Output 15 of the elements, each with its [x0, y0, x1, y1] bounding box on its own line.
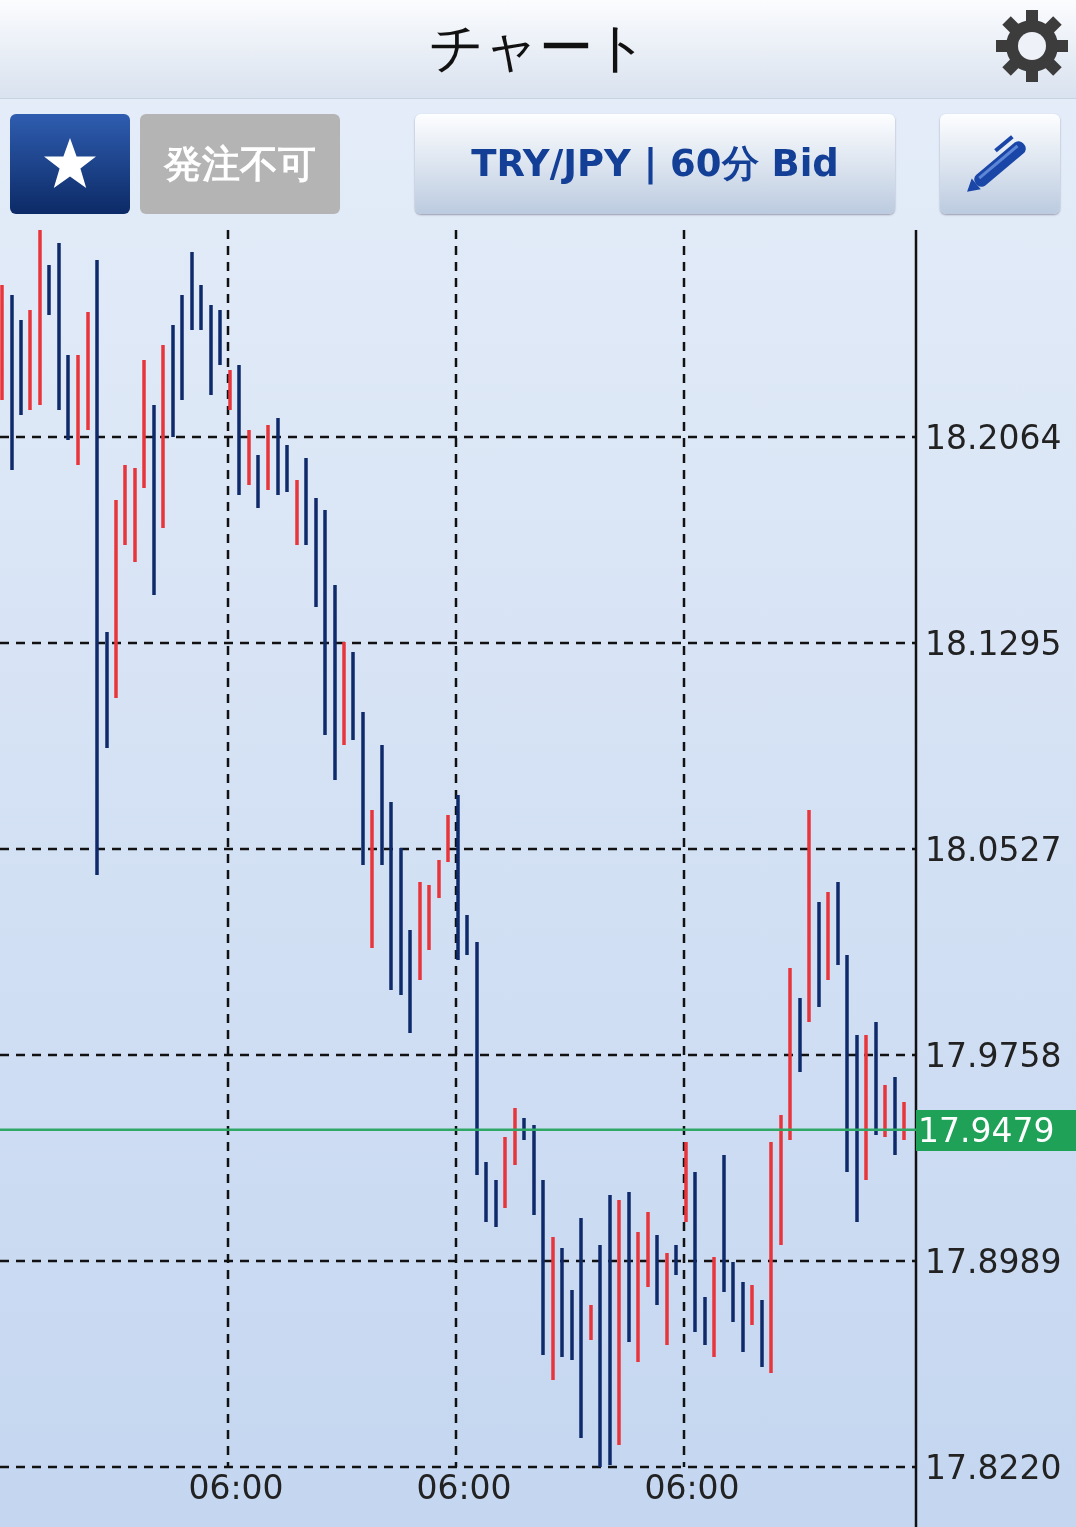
- price-label: 17.9758: [925, 1036, 1062, 1075]
- time-label: 06:00: [644, 1468, 740, 1507]
- symbol-button[interactable]: TRY/JPY | 60分 Bid: [415, 114, 895, 215]
- price-label: 18.1295: [925, 624, 1062, 663]
- price-label: 17.8220: [925, 1448, 1062, 1487]
- time-label: 06:00: [416, 1468, 512, 1507]
- price-label: 18.2064: [925, 418, 1062, 457]
- price-label: 18.0527: [925, 830, 1062, 869]
- time-label: 06:00: [188, 1468, 284, 1507]
- price-label: 17.8989: [925, 1242, 1062, 1281]
- drawing-tool-button[interactable]: [940, 114, 1060, 215]
- favorite-button[interactable]: [10, 114, 130, 215]
- settings-icon[interactable]: [994, 8, 1070, 84]
- window-title: チャート: [428, 15, 648, 82]
- current-price-label: 17.9479: [916, 1109, 1076, 1151]
